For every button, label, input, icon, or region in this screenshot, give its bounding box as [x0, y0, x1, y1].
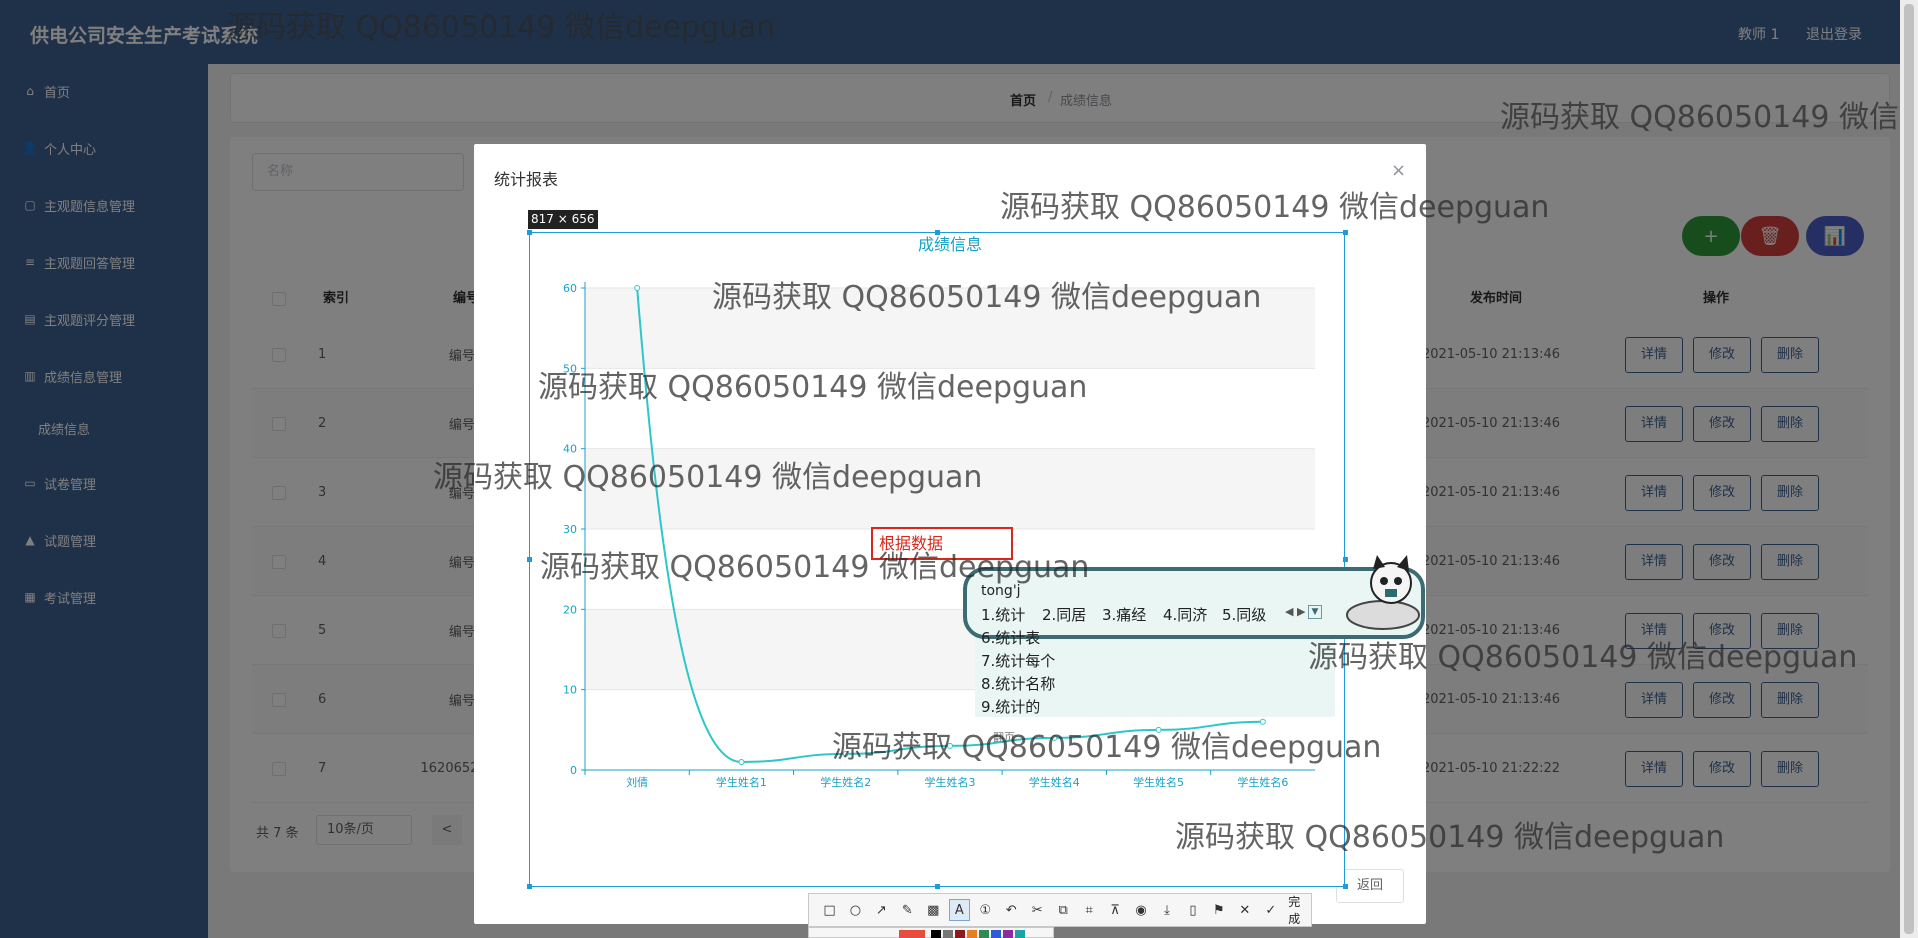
annotation-text-box[interactable]: 根据数据 [871, 527, 1013, 560]
download-icon[interactable]: ⤓ [1156, 899, 1177, 921]
close-icon[interactable]: × [1391, 160, 1406, 181]
y-tick-label: 50 [563, 362, 577, 375]
ime-candidate-window: tong'j 1.统计 2.同居 3.痛经 4.同济 5.同级 6.统计表 7.… [963, 555, 1425, 744]
pin-icon[interactable]: ⊼ [1105, 899, 1126, 921]
mosaic-icon[interactable]: ▩ [923, 899, 944, 921]
ime-candidate[interactable]: 4.同济 [1163, 604, 1207, 625]
x-tick-label: 学生姓名4 [1029, 775, 1080, 789]
data-point [947, 742, 953, 749]
color-swatch[interactable] [967, 930, 977, 938]
rectangle-icon[interactable]: □ [819, 899, 840, 921]
ime-candidate[interactable]: 6.统计表 [981, 627, 1040, 648]
color-palette [808, 927, 1054, 938]
color-swatch[interactable] [1015, 930, 1025, 938]
pen-icon[interactable]: ✎ [897, 899, 918, 921]
grid-band [585, 288, 1315, 369]
x-tick-label: 学生姓名5 [1133, 775, 1184, 789]
grid-band [585, 448, 1315, 529]
data-point [738, 758, 745, 765]
y-tick-label: 20 [563, 603, 577, 616]
undo-icon[interactable]: ↶ [1001, 899, 1022, 921]
x-tick-label: 刘倩 [626, 776, 648, 789]
dialog-title: 统计报表 [494, 170, 559, 189]
scissors-icon[interactable]: ✂ [1027, 899, 1048, 921]
phone-icon[interactable]: ▯ [1182, 899, 1203, 921]
number-icon[interactable]: ① [975, 899, 996, 921]
color-swatch[interactable] [931, 930, 941, 938]
ime-candidate[interactable]: 2.同居 [1042, 604, 1086, 625]
ime-footer: 翻页 [993, 731, 1015, 744]
y-tick-label: 10 [563, 684, 577, 697]
color-swatch[interactable] [943, 930, 953, 938]
x-tick-label: 学生姓名1 [716, 775, 767, 789]
translate-icon[interactable]: ⧉ [1053, 899, 1074, 921]
ime-candidate[interactable]: 3.痛经 [1102, 604, 1146, 625]
x-tick-label: 学生姓名3 [925, 775, 976, 789]
data-point [634, 285, 641, 291]
record-icon[interactable]: ◉ [1131, 899, 1152, 921]
color-swatch[interactable] [991, 930, 1001, 938]
resize-handle[interactable] [1343, 884, 1348, 889]
y-tick-label: 40 [563, 443, 577, 456]
capture-toolbar: □ ○ ↗ ✎ ▩ A ① ↶ ✂ ⧉ ⌗ ⊼ ◉ ⤓ ▯ ⚑ ✕ ✓ 完成 [808, 893, 1312, 927]
color-swatch[interactable] [979, 930, 989, 938]
x-tick-label: 学生姓名2 [820, 775, 871, 789]
capture-size-badge: 817 × 656 [528, 210, 598, 229]
ellipse-icon[interactable]: ○ [845, 899, 866, 921]
ime-page-arrows-icon[interactable]: ◀ ▶ [1285, 605, 1305, 618]
ime-candidate[interactable]: 8.统计名称 [981, 673, 1055, 694]
ime-composition: tong'j [981, 583, 1021, 599]
scrollbar-thumb[interactable] [1904, 4, 1914, 934]
ime-candidate[interactable]: 9.统计的 [981, 696, 1040, 717]
resize-handle[interactable] [527, 884, 532, 889]
check-icon[interactable]: ✓ [1260, 899, 1281, 921]
text-tool-icon[interactable]: A [948, 899, 970, 921]
ime-candidate[interactable]: 1.统计 [981, 604, 1025, 625]
done-button[interactable]: 完成 [1288, 893, 1311, 927]
data-point [842, 750, 849, 757]
cancel-icon[interactable]: ✕ [1234, 899, 1255, 921]
ime-candidate[interactable]: 7.统计每个 [981, 650, 1055, 671]
arrow-icon[interactable]: ↗ [871, 899, 892, 921]
mascot-icon [1346, 555, 1420, 630]
bookmark-icon[interactable]: ⚑ [1208, 899, 1229, 921]
crop-icon[interactable]: ⌗ [1079, 899, 1100, 921]
color-swatch[interactable] [955, 930, 965, 938]
chevron-down-icon[interactable]: ▼ [1308, 605, 1322, 619]
y-tick-label: 30 [563, 523, 577, 536]
color-swatch[interactable] [1003, 930, 1013, 938]
y-tick-label: 0 [570, 764, 577, 777]
y-tick-label: 60 [563, 282, 577, 295]
ime-candidate[interactable]: 5.同级 [1222, 604, 1266, 625]
color-swatch-selected[interactable] [899, 930, 925, 938]
resize-handle[interactable] [935, 884, 940, 889]
x-tick-label: 学生姓名6 [1237, 775, 1288, 789]
